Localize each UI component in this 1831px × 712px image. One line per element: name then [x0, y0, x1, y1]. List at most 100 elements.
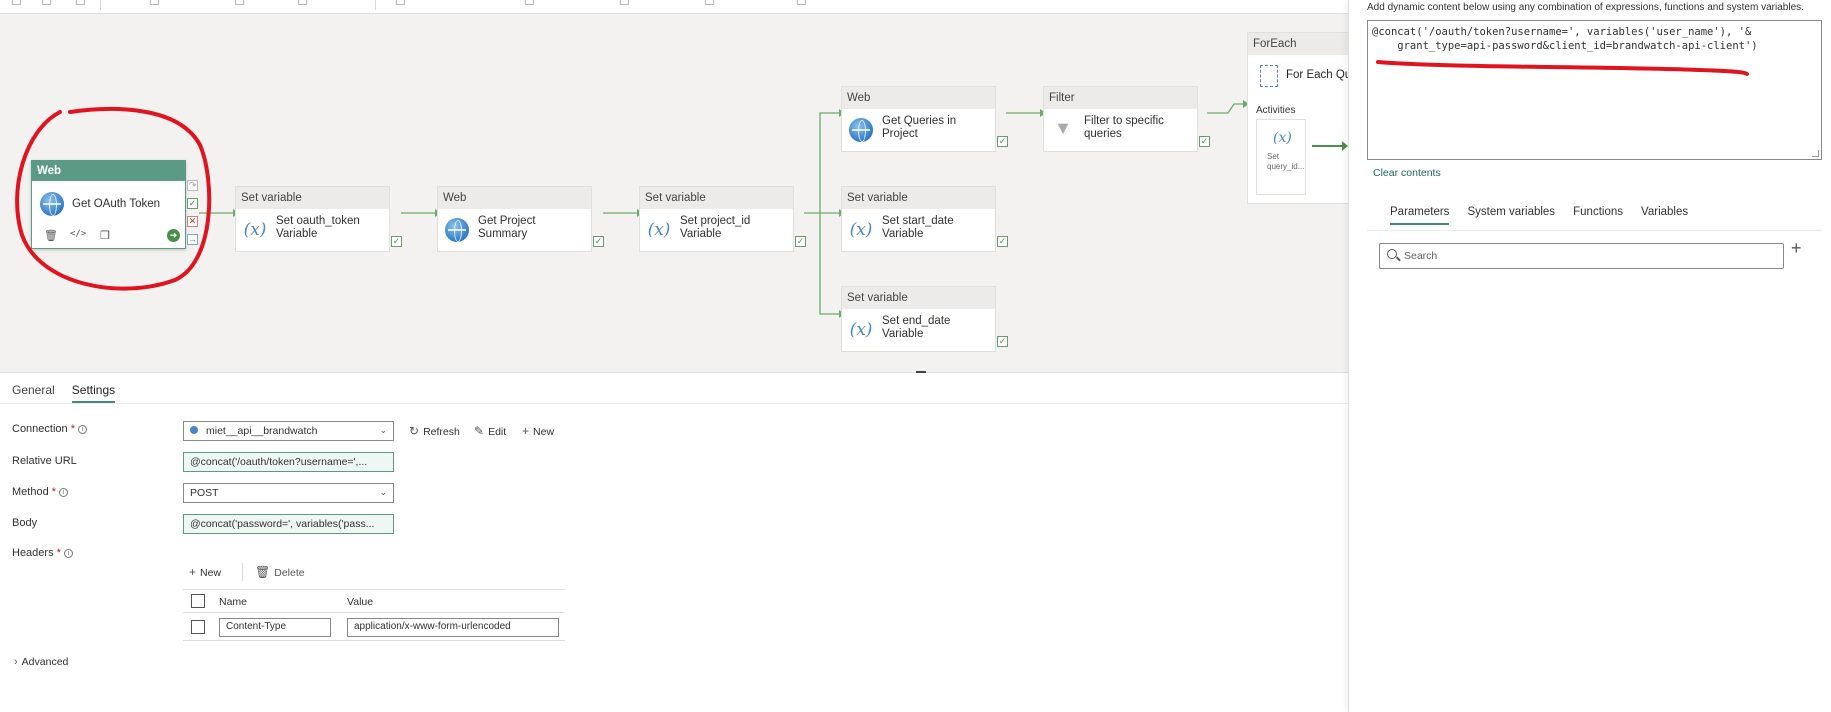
activity-set-start-date[interactable]: Set variable (x) Set start_date Variable…: [841, 186, 1008, 252]
activity-get-project-summary[interactable]: Web Get Project Summary ✓: [437, 186, 604, 252]
info-icon: i: [63, 549, 73, 558]
success-port-icon[interactable]: ✓: [795, 236, 806, 247]
expression-editor[interactable]: @concat('/oauth/token?username=', variab…: [1367, 20, 1822, 160]
funnel-icon: ▼: [1054, 118, 1072, 138]
variable-icon: (x): [849, 320, 873, 340]
app-root: Web Get OAuth Token 🗑 </> ❐ ➜ ↷ ✓ ✕ → Se…: [0, 0, 1831, 712]
new-connection-button[interactable]: + New: [522, 424, 554, 438]
plus-icon: +: [522, 424, 530, 438]
row-checkbox[interactable]: [191, 620, 205, 634]
relative-url-label: Relative URL: [12, 455, 77, 467]
delete-header-button[interactable]: 🗑 Delete: [255, 565, 305, 579]
dynamic-content-hint: Add dynamic content below using any comb…: [1367, 2, 1804, 13]
activity-name: Get Project Summary: [478, 215, 536, 240]
go-arrow-icon[interactable]: ➜: [167, 229, 180, 242]
header-name-input[interactable]: Content-Type: [219, 618, 331, 637]
refresh-button[interactable]: ↻ Refresh: [409, 424, 460, 438]
activity-type-label: Set variable: [842, 287, 995, 309]
tab-variables[interactable]: Variables: [1641, 206, 1688, 223]
relative-url-input[interactable]: @concat('/oauth/token?username=',...: [183, 452, 394, 472]
success-port-icon[interactable]: ✓: [997, 336, 1008, 347]
table-row: Content-Type application/x-www-form-urle…: [183, 615, 565, 641]
connection-label: Connection * i: [12, 423, 87, 435]
activity-name: Get OAuth Token: [72, 198, 161, 210]
properties-pane: General Settings Connection * i miet__api…: [0, 371, 1348, 712]
clear-contents-link[interactable]: Clear contents: [1373, 167, 1441, 179]
pencil-icon: ✎: [474, 424, 485, 438]
body-label: Body: [12, 517, 38, 529]
foreach-activities-label: Activities: [1256, 105, 1296, 116]
code-line: @concat('/oauth/token?username=', variab…: [1372, 26, 1752, 38]
dynamic-content-tabs: Parameters System variables Functions Va…: [1390, 206, 1703, 225]
success-port-icon[interactable]: ✓: [997, 136, 1008, 147]
inner-activity-name: Set query_id...: [1267, 152, 1305, 171]
activity-type-label: Set variable: [236, 187, 389, 209]
activity-type-label: Set variable: [842, 187, 995, 209]
activity-set-project-id[interactable]: Set variable (x) Set project_id Variable…: [639, 186, 806, 252]
success-port-icon[interactable]: ✓: [1199, 136, 1210, 147]
foreach-icon: [1260, 65, 1278, 87]
search-placeholder: Search: [1404, 250, 1438, 262]
globe-icon: [40, 192, 64, 216]
body-input[interactable]: @concat('password=', variables('pass...: [183, 514, 394, 534]
advanced-toggle[interactable]: › Advanced: [14, 656, 68, 668]
globe-icon: [849, 118, 873, 142]
activity-get-queries[interactable]: Web Get Queries in Project ✓: [841, 86, 1008, 152]
failure-port-icon[interactable]: ✕: [187, 216, 198, 227]
activity-type-label: Filter: [1044, 87, 1197, 109]
name-column-header: Name: [219, 596, 248, 608]
expression-code: @concat('/oauth/token?username=', variab…: [1372, 25, 1758, 53]
completion-port-icon[interactable]: →: [187, 234, 198, 245]
info-icon: i: [78, 425, 87, 434]
add-parameter-plus-icon[interactable]: +: [1791, 238, 1802, 259]
skip-port-icon[interactable]: ↷: [187, 180, 198, 191]
activity-set-oauth-token[interactable]: Set variable (x) Set oauth_token Variabl…: [235, 186, 402, 252]
activity-name: Get Queries in Project: [882, 115, 957, 140]
chevron-down-icon: ⌄: [379, 487, 387, 497]
foreach-inner-activity[interactable]: (x) Set query_id...: [1256, 119, 1306, 195]
success-port-icon[interactable]: ✓: [187, 198, 198, 209]
method-select[interactable]: POST ⌄: [183, 483, 394, 503]
select-all-checkbox[interactable]: [191, 594, 205, 608]
activity-type-label: ForEach: [1248, 33, 1356, 55]
variable-icon: (x): [849, 220, 873, 240]
pane-splitter[interactable]: [916, 371, 926, 373]
header-value-input[interactable]: application/x-www-form-urlencoded: [347, 618, 559, 637]
tab-functions[interactable]: Functions: [1573, 206, 1623, 223]
properties-tabs: General Settings: [12, 383, 129, 403]
code-line: grant_type=api-password&client_id=brandw…: [1372, 40, 1758, 52]
variable-icon: (x): [1273, 130, 1292, 146]
resize-grip-icon[interactable]: [1812, 150, 1819, 157]
copy-icon[interactable]: ❐: [100, 229, 110, 242]
dynamic-content-panel: Add dynamic content below using any comb…: [1348, 0, 1831, 712]
value-column-header: Value: [347, 596, 374, 608]
add-header-button[interactable]: + New: [189, 565, 221, 579]
activity-foreach[interactable]: ForEach For Each Qu Activities (x) Set q…: [1247, 32, 1357, 204]
activity-get-oauth-token[interactable]: Web Get OAuth Token 🗑 </> ❐ ➜: [31, 160, 186, 249]
trash-icon: 🗑: [255, 565, 271, 579]
activity-set-end-date[interactable]: Set variable (x) Set end_date Variable ✓: [841, 286, 1008, 352]
delete-icon[interactable]: 🗑: [44, 229, 58, 242]
plus-icon: +: [189, 565, 197, 579]
success-port-icon[interactable]: ✓: [593, 236, 604, 247]
success-port-icon[interactable]: ✓: [997, 236, 1008, 247]
activity-filter[interactable]: Filter ▼ Filter to specific queries ✓: [1043, 86, 1210, 152]
tab-general[interactable]: General: [12, 383, 55, 401]
code-icon[interactable]: </>: [70, 229, 86, 239]
activity-type-label: Web: [438, 187, 591, 209]
method-label: Method * i: [12, 486, 69, 498]
connection-icon: [190, 426, 198, 434]
toolbar-divider: [242, 563, 243, 581]
link-line: [804, 112, 839, 315]
link-line: [1207, 103, 1245, 114]
tab-parameters[interactable]: Parameters: [1390, 206, 1450, 225]
search-input[interactable]: Search: [1379, 243, 1784, 269]
connection-select[interactable]: miet__api__brandwatch ⌄: [183, 421, 394, 441]
activity-name: Filter to specific queries: [1084, 115, 1164, 140]
headers-label: Headers * i: [12, 547, 73, 559]
edit-button[interactable]: ✎ Edit: [474, 424, 506, 438]
tab-system-variables[interactable]: System variables: [1468, 206, 1556, 223]
success-port-icon[interactable]: ✓: [391, 236, 402, 247]
tab-settings[interactable]: Settings: [71, 383, 116, 403]
activity-type-label: Web: [32, 161, 185, 181]
